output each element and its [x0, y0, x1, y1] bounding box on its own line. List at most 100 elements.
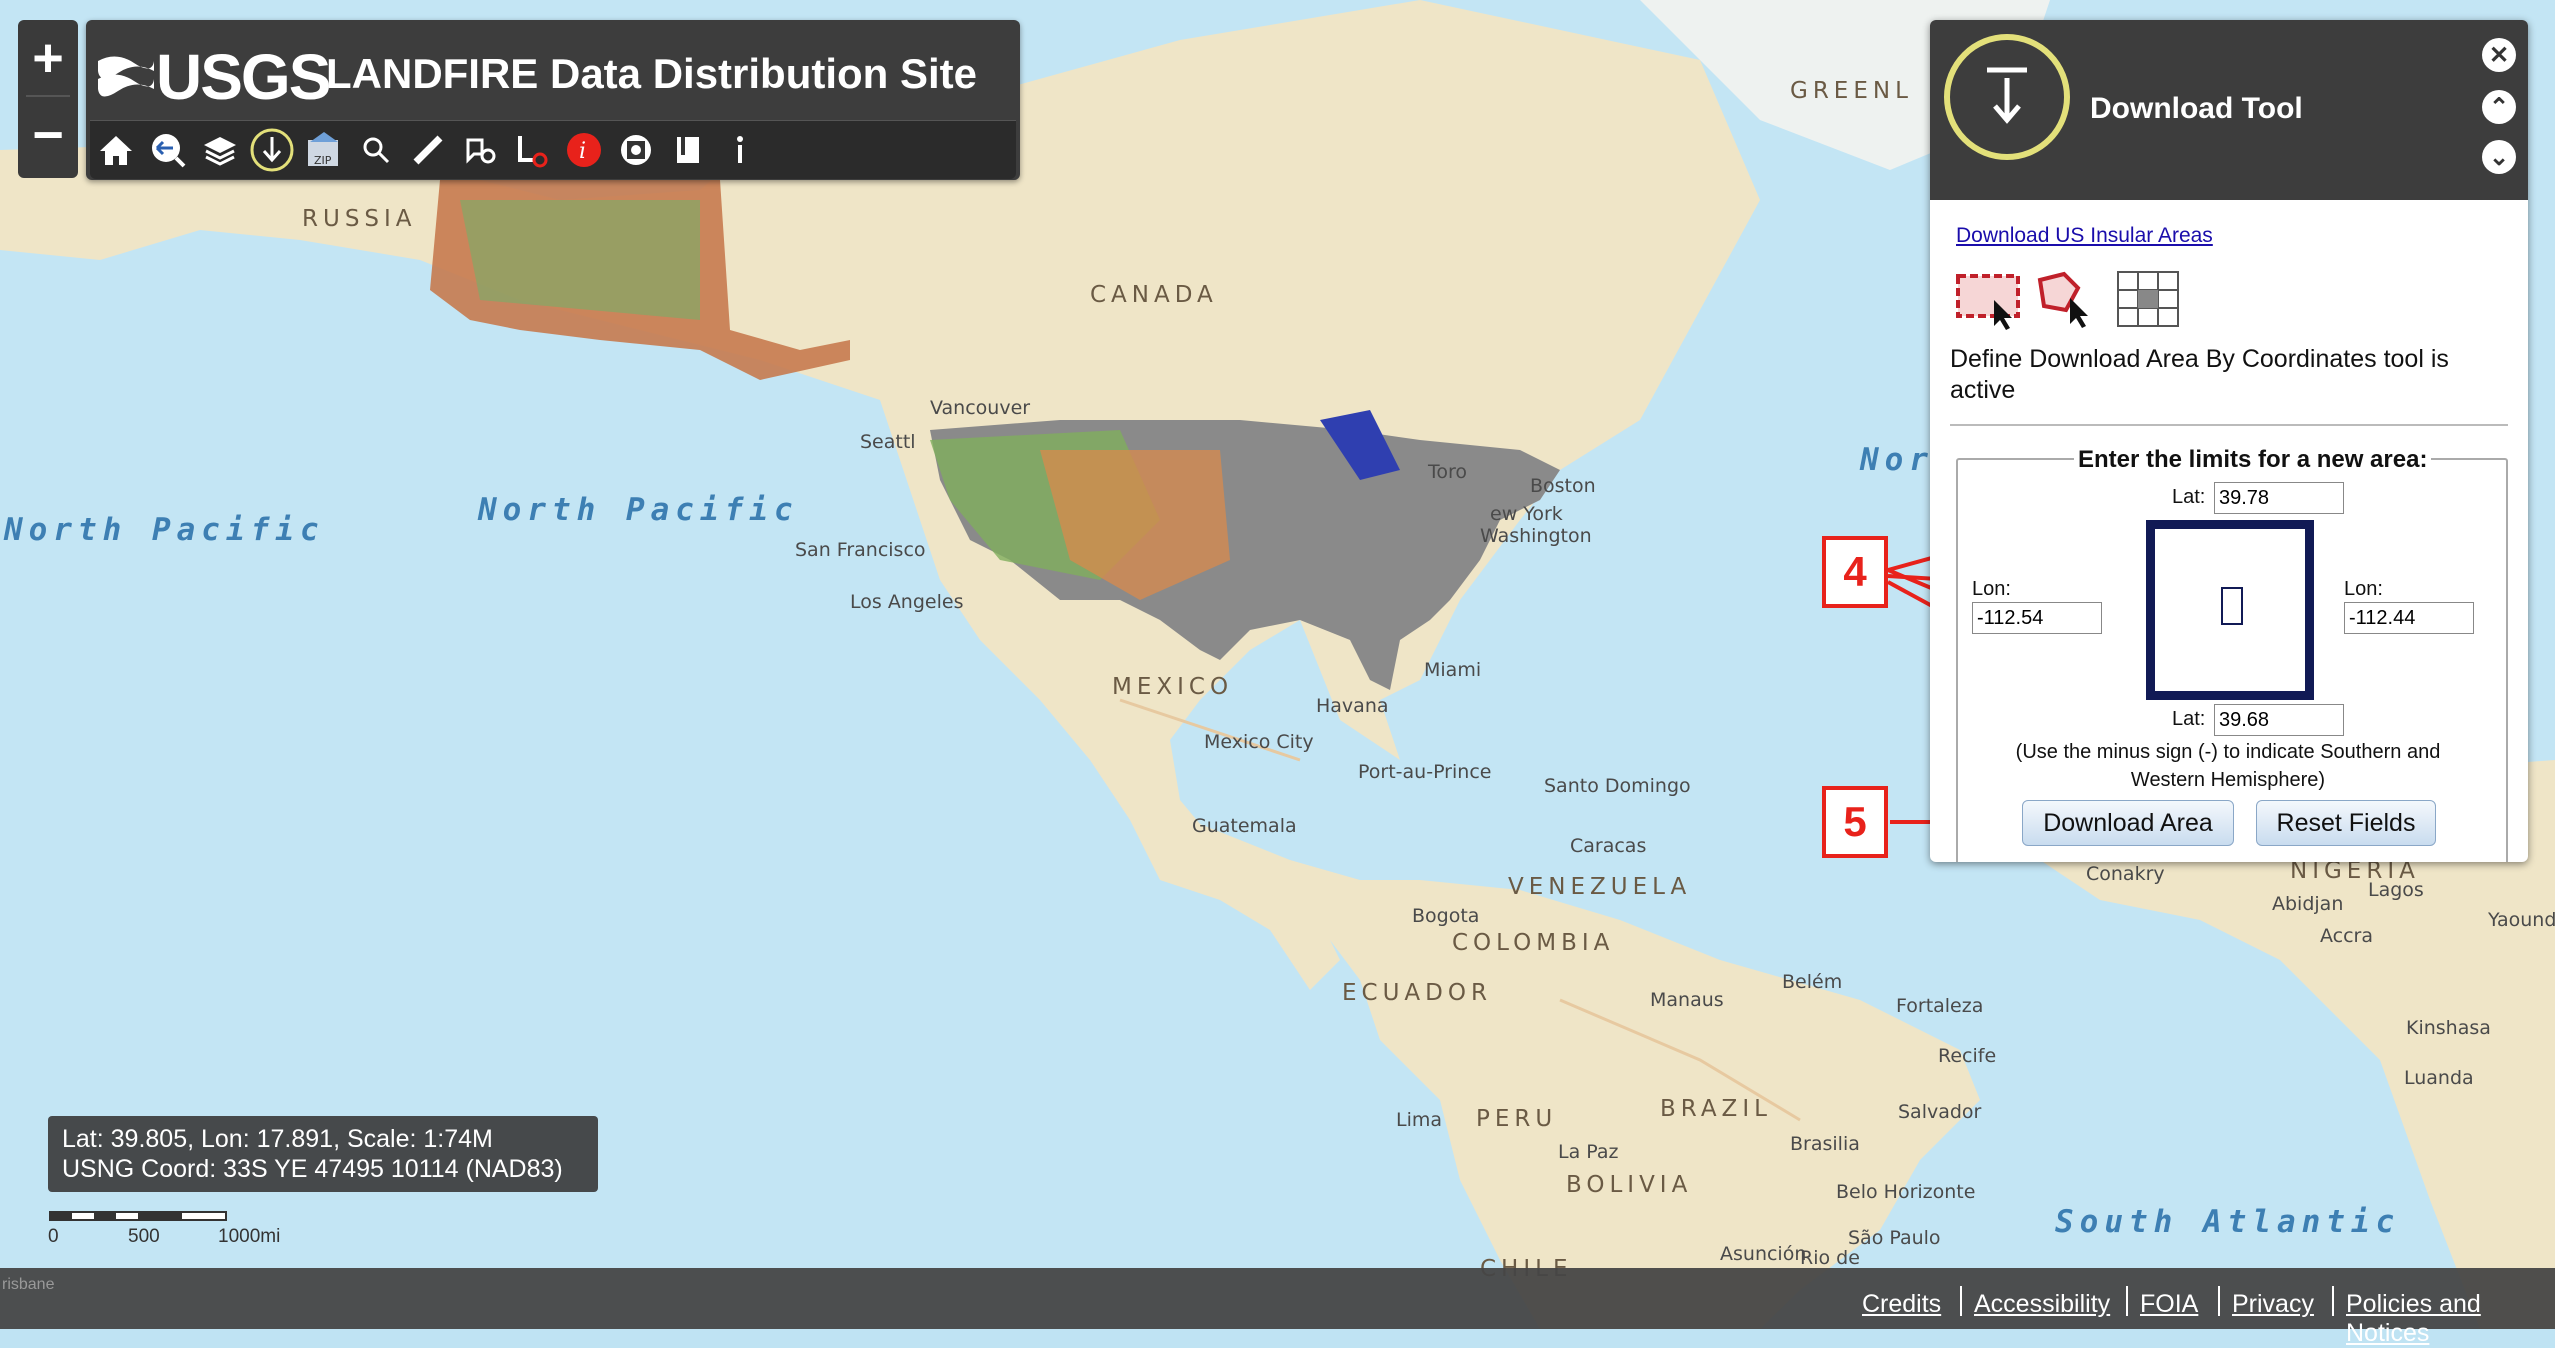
- country-label: VENEZUELA: [1508, 874, 1691, 900]
- scale-label: 500: [128, 1226, 160, 1247]
- east-lon-input[interactable]: [2344, 602, 2474, 634]
- policies-link[interactable]: Policies and Notices: [2346, 1290, 2555, 1348]
- step-5-marker: 5: [1822, 786, 1888, 858]
- separator: [1960, 1286, 1962, 1316]
- coordinate-fieldset: Enter the limits for a new area: Lat: Lo…: [1956, 446, 2508, 862]
- city-label: Salvador: [1898, 1101, 1982, 1123]
- city-label: Lima: [1396, 1109, 1442, 1131]
- coordinate-readout: Lat: 39.805, Lon: 17.891, Scale: 1:74M U…: [48, 1116, 598, 1192]
- step-4-marker: 4: [1822, 536, 1888, 608]
- scale-label: 0: [48, 1226, 59, 1247]
- country-label: BOLIVIA: [1566, 1172, 1692, 1198]
- zoom-in-button[interactable]: +: [18, 20, 78, 95]
- separator: [2126, 1286, 2128, 1316]
- privacy-link[interactable]: Privacy: [2232, 1290, 2314, 1319]
- south-lat-label: Lat:: [2172, 708, 2206, 730]
- city-label: Lagos: [2368, 879, 2424, 901]
- country-label: GREENL: [1790, 78, 1913, 104]
- city-label: Belém: [1782, 971, 1842, 993]
- coords-line-2: USNG Coord: 33S YE 47495 10114 (NAD83): [62, 1155, 563, 1183]
- city-label: Los Angeles: [850, 591, 963, 613]
- city-label: Recife: [1938, 1045, 1996, 1067]
- ocean-label: North Pacific: [477, 492, 799, 528]
- close-button[interactable]: ✕: [2482, 38, 2516, 72]
- scale-bar: 0 500 1000mi: [48, 1210, 308, 1250]
- accessibility-link[interactable]: Accessibility: [1974, 1290, 2110, 1319]
- city-label: Belo Horizonte: [1836, 1181, 1975, 1203]
- usgs-logo[interactable]: USGS: [96, 40, 331, 114]
- expand-down-button[interactable]: ⌄: [2482, 140, 2516, 174]
- separator: [2218, 1286, 2220, 1316]
- country-label: CANADA: [1090, 282, 1218, 308]
- reset-fields-button[interactable]: Reset Fields: [2256, 800, 2436, 846]
- city-label: Toro: [1427, 461, 1467, 483]
- city-label: Bogota: [1412, 905, 1479, 927]
- polygon-select-icon[interactable]: [2034, 268, 2104, 330]
- city-label: São Paulo: [1848, 1227, 1941, 1249]
- search-icon[interactable]: [350, 124, 402, 176]
- layers-icon[interactable]: [194, 124, 246, 176]
- download-icon[interactable]: [246, 124, 298, 176]
- city-label: Vancouver: [930, 397, 1030, 419]
- download-tool-panel: Download Tool ✕ ⌃ ⌄ Download US Insular …: [1930, 20, 2528, 862]
- info-red-icon[interactable]: i: [558, 124, 610, 176]
- country-label: PERU: [1476, 1106, 1557, 1132]
- insular-areas-link[interactable]: Download US Insular Areas: [1956, 224, 2213, 248]
- logo-text: USGS: [156, 41, 331, 113]
- collapse-up-button[interactable]: ⌃: [2482, 90, 2516, 124]
- svg-text:i: i: [579, 139, 586, 164]
- compass-icon[interactable]: [610, 124, 662, 176]
- coordinates-tool-icon[interactable]: [2114, 268, 2184, 330]
- country-label: ECUADOR: [1342, 980, 1492, 1006]
- usgs-wave-icon: [98, 56, 154, 97]
- hemisphere-hint: (Use the minus sign (-) to indicate Sout…: [2015, 741, 2441, 791]
- city-label: Abidjan: [2272, 893, 2343, 915]
- country-label: MEXICO: [1112, 674, 1233, 700]
- bookmark-icon[interactable]: [662, 124, 714, 176]
- city-label: ew York: [1490, 503, 1563, 525]
- zoom-out-button[interactable]: −: [18, 97, 78, 172]
- identify-icon[interactable]: [454, 124, 506, 176]
- ocean-label: South Atlantic: [2055, 1204, 2400, 1240]
- rectangle-select-icon[interactable]: [1954, 268, 2024, 330]
- app-header: USGS LANDFIRE Data Distribution Site ZIP…: [86, 20, 1020, 180]
- city-label: Port-au-Prince: [1358, 761, 1491, 783]
- foia-link[interactable]: FOIA: [2140, 1290, 2198, 1319]
- fieldset-legend: Enter the limits for a new area:: [2074, 446, 2432, 474]
- city-label: Accra: [2320, 925, 2373, 947]
- ocean-label: Nor: [1859, 442, 1934, 478]
- south-lat-input[interactable]: [2214, 704, 2344, 736]
- west-lon-label: Lon:: [1972, 578, 2011, 600]
- city-label: Rio de: [1800, 1247, 1860, 1269]
- west-lon-input[interactable]: [1972, 602, 2102, 634]
- panel-header: Download Tool ✕ ⌃ ⌄: [1930, 20, 2528, 200]
- download-tool-icon: [1944, 34, 2070, 160]
- city-label: La Paz: [1558, 1141, 1619, 1163]
- zip-icon[interactable]: ZIP: [298, 124, 350, 176]
- city-label: Seattl: [860, 431, 916, 453]
- partial-map-label: risbane: [2, 1276, 55, 1293]
- bounding-box-preview: [2146, 520, 2314, 700]
- toolbar: ZIP i: [90, 120, 1016, 179]
- zoom-previous-icon[interactable]: [142, 124, 194, 176]
- credits-link[interactable]: Credits: [1862, 1290, 1941, 1319]
- download-area-button[interactable]: Download Area: [2022, 800, 2234, 846]
- city-label: Caracas: [1570, 835, 1646, 857]
- city-label: Manaus: [1650, 989, 1724, 1011]
- panel-title: Download Tool: [2090, 92, 2303, 125]
- city-label: Kinshasa: [2406, 1017, 2491, 1039]
- country-label: BRAZIL: [1660, 1096, 1772, 1122]
- about-icon[interactable]: [714, 124, 766, 176]
- country-label: RUSSIA: [302, 206, 417, 232]
- country-label: COLOMBIA: [1452, 930, 1614, 956]
- separator: [2332, 1286, 2334, 1316]
- city-label: San Francisco: [795, 539, 926, 561]
- north-lat-input[interactable]: [2214, 482, 2344, 514]
- legend-icon[interactable]: [506, 124, 558, 176]
- measure-icon[interactable]: [402, 124, 454, 176]
- panel-body: Download US Insular Areas Define Downloa…: [1930, 200, 2528, 862]
- city-label: Havana: [1316, 695, 1389, 717]
- home-icon[interactable]: [90, 124, 142, 176]
- city-label: Brasilia: [1790, 1133, 1860, 1155]
- footer: risbane Credits Accessibility FOIA Priva…: [0, 1268, 2555, 1347]
